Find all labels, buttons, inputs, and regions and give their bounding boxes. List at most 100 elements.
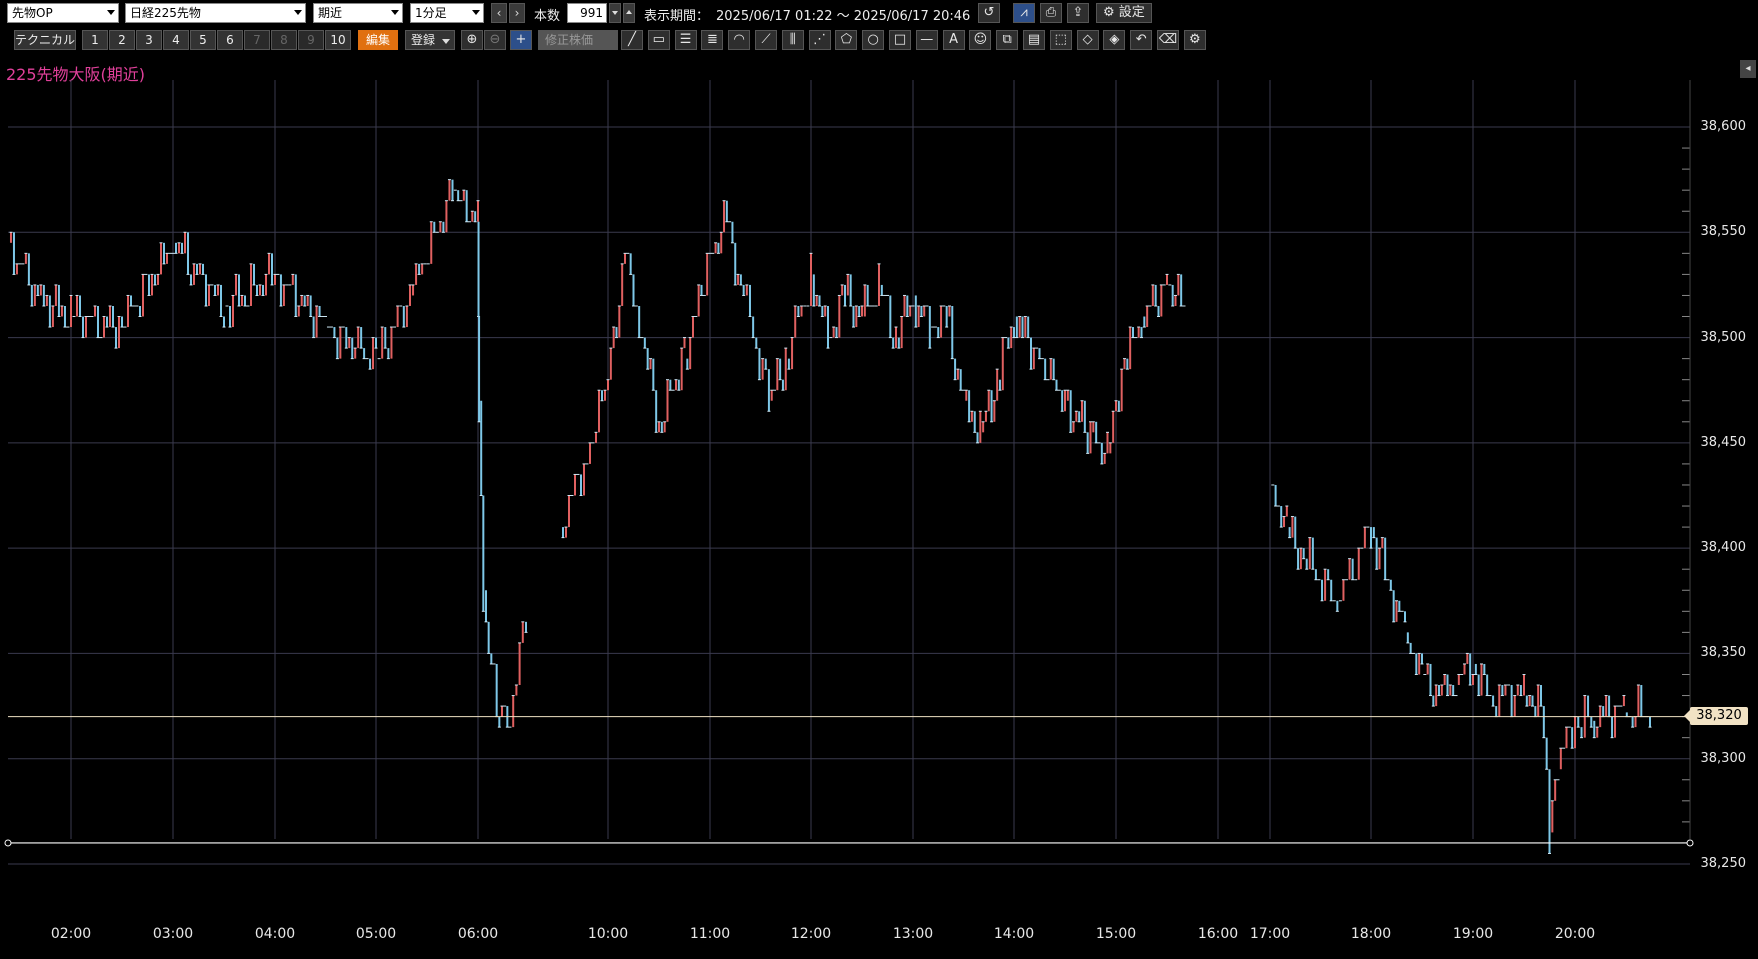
vertical-lines-tool-button[interactable]: ⫼	[781, 30, 804, 50]
ruler-tool-button[interactable]: ▭	[647, 30, 670, 50]
count-stepper[interactable]	[623, 3, 635, 23]
fibonacci-tool-button[interactable]: ≣	[701, 30, 724, 50]
eraser-all-icon: ◈	[1109, 32, 1120, 47]
horizontal-line-icon: —	[920, 32, 934, 47]
gear-icon: ⚙	[1103, 5, 1115, 20]
export-icon: ⇪	[1072, 5, 1084, 20]
y-tick-label: 38,600	[1700, 119, 1747, 134]
icon-stamp-tool-button[interactable]: ☺	[969, 30, 992, 50]
period-value: 2025/06/17 01:22 ～ 2025/06/17 20:46	[716, 9, 971, 24]
slot-9-button[interactable]: 9	[298, 30, 324, 50]
slot-8-button[interactable]: 8	[271, 30, 297, 50]
prev-button[interactable]: ‹	[491, 3, 507, 23]
text-tool-button[interactable]: A	[942, 30, 965, 50]
print-icon: ⎙	[1045, 5, 1057, 20]
zoom-in-icon: ⊕	[466, 32, 478, 47]
export-button[interactable]: ⇪	[1067, 3, 1089, 23]
y-tick-label: 38,550	[1700, 224, 1747, 240]
eraser-all-tool-button[interactable]: ◈	[1103, 30, 1126, 50]
crosshair-button[interactable]: +	[510, 30, 532, 50]
gear-icon: ⚙	[1188, 32, 1201, 47]
undo-tool-button[interactable]: ↶	[1130, 30, 1153, 50]
settings-button[interactable]: ⚙ 設定	[1096, 3, 1152, 23]
adjusted-price-select[interactable]: 修正株価	[538, 30, 618, 50]
slot-6-button[interactable]: 6	[217, 30, 243, 50]
eraser-partial-tool-button[interactable]: ⌫	[1157, 30, 1179, 50]
x-tick-label: 20:00	[1554, 926, 1596, 942]
x-tick-label: 05:00	[355, 926, 397, 942]
gear-tool-button[interactable]: ⚙	[1183, 30, 1206, 50]
trend-line-tool-button[interactable]: ╱	[621, 30, 643, 50]
circle-icon: ○	[867, 32, 879, 47]
horizontal-lines-tool-button[interactable]: ☰	[674, 30, 697, 50]
edit-button[interactable]: 編集	[358, 30, 398, 50]
zoom-in-button[interactable]: ⊕	[461, 30, 483, 50]
main-toolbar: 先物OP 日経225先物 期近 1分足 ‹ › 本数 991 表示期間： 202…	[0, 3, 1758, 25]
chevron-down-icon	[391, 10, 399, 15]
pentagon-icon: ⬠	[840, 32, 853, 47]
interval-select-value: 1分足	[415, 6, 447, 20]
y-tick-label: 38,400	[1700, 540, 1747, 556]
product-select-value: 日経225先物	[130, 6, 201, 20]
contract-select[interactable]: 期近	[313, 3, 403, 23]
settings-label: 設定	[1118, 5, 1145, 20]
ruler-icon: ▭	[652, 32, 665, 47]
fan-icon: ◠	[733, 32, 745, 47]
chevron-left-icon: ◂	[1745, 63, 1751, 74]
eraser-tool-button[interactable]: ◇	[1076, 30, 1099, 50]
slot-4-button[interactable]: 4	[163, 30, 189, 50]
x-tick-label: 12:00	[790, 926, 832, 942]
slot-3-button[interactable]: 3	[136, 30, 162, 50]
fan-tool-button[interactable]: ◠	[728, 30, 751, 50]
next-button[interactable]: ›	[509, 3, 525, 23]
price-chart[interactable]	[0, 80, 1758, 959]
select-tool-button[interactable]: ⬚	[1049, 30, 1072, 50]
circle-tool-button[interactable]: ○	[862, 30, 885, 50]
market-select[interactable]: 先物OP	[7, 3, 119, 23]
reload-button[interactable]: ↺	[978, 3, 1000, 23]
count-dropdown[interactable]	[609, 3, 621, 23]
x-tick-label: 14:00	[993, 926, 1035, 942]
y-tick-label: 38,250	[1700, 856, 1747, 871]
crosshair-icon: +	[515, 32, 527, 47]
trend-line-icon: ╱	[628, 32, 636, 47]
horizontal-lines-icon: ☰	[679, 32, 692, 47]
vertical-lines-icon: ⫼	[789, 32, 796, 47]
slot-5-button[interactable]: 5	[190, 30, 216, 50]
copy-tool-button[interactable]: ⧉	[996, 30, 1019, 50]
speed-lines-icon: ⟋	[761, 32, 771, 47]
chevron-down-icon	[612, 11, 618, 15]
y-tick-label: 38,500	[1700, 329, 1747, 345]
collapse-panel-button[interactable]: ◂	[1740, 60, 1756, 78]
zoom-out-button[interactable]: ⊖	[484, 30, 506, 50]
rectangle-tool-button[interactable]: □	[889, 30, 911, 50]
text-icon: A	[949, 32, 959, 47]
count-input[interactable]: 991	[567, 3, 607, 23]
speed-lines-tool-button[interactable]: ⟋	[755, 30, 777, 50]
market-select-value: 先物OP	[12, 6, 53, 20]
line-handle[interactable]	[4, 839, 12, 847]
copy-icon: ⧉	[1002, 32, 1012, 47]
print-button[interactable]: ⎙	[1040, 3, 1062, 23]
slot-7-button[interactable]: 7	[244, 30, 270, 50]
slot-10-button[interactable]: 10	[325, 30, 351, 50]
product-select[interactable]: 日経225先物	[125, 3, 306, 23]
icon-stamp-icon: ☺	[973, 32, 988, 47]
gann-fan-tool-button[interactable]: ⋰	[808, 30, 831, 50]
pentagon-tool-button[interactable]: ⬠	[835, 30, 858, 50]
chart-type-button[interactable]: ⩘	[1013, 3, 1035, 23]
count-label: 本数	[534, 9, 561, 24]
eraser-partial-icon: ⌫	[1158, 32, 1178, 47]
slot-1-button[interactable]: 1	[82, 30, 108, 50]
fibonacci-icon: ≣	[706, 32, 718, 47]
register-button[interactable]: 登録	[405, 30, 455, 50]
horizontal-line-tool-button[interactable]: —	[915, 30, 938, 50]
interval-select[interactable]: 1分足	[410, 3, 484, 23]
current-price-badge: 38,320	[1684, 707, 1748, 725]
paste-tool-button[interactable]: ▤	[1023, 30, 1045, 50]
undo-icon: ↶	[1135, 32, 1147, 47]
x-tick-label: 10:00	[587, 926, 629, 942]
technical-button[interactable]: テクニカル	[14, 30, 76, 50]
slot-2-button[interactable]: 2	[109, 30, 135, 50]
line-handle[interactable]	[1686, 839, 1694, 847]
